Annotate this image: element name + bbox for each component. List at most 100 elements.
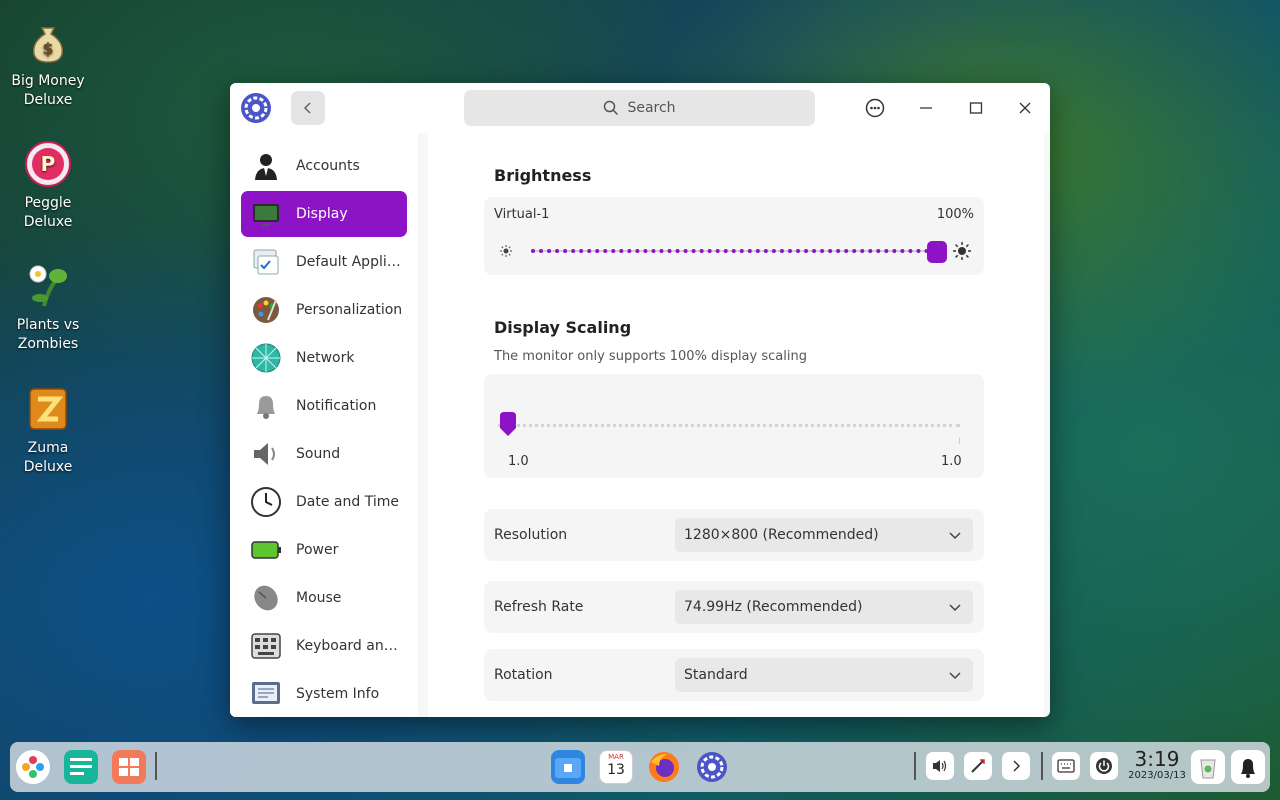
volume-button[interactable]: [926, 752, 954, 780]
scaling-card: 1.0 1.0: [484, 374, 984, 478]
brightness-slider-fill: [531, 249, 937, 253]
volume-icon: [933, 760, 947, 772]
desktop-icon-label: Zuma Deluxe: [23, 440, 73, 475]
taskbar: MAR 13 3:19 2023/03/13: [10, 742, 1270, 792]
sidebar-item-label: Mouse: [296, 590, 342, 606]
sidebar-item-power[interactable]: Power: [241, 527, 407, 573]
firefox-button[interactable]: [647, 750, 681, 784]
sidebar-item-display[interactable]: Display: [241, 191, 407, 237]
settings-taskbar-button[interactable]: [695, 750, 729, 784]
calendar-button[interactable]: MAR 13: [599, 750, 633, 784]
chevron-down-icon: [949, 672, 961, 680]
onscreen-keyboard-button[interactable]: [1052, 752, 1080, 780]
clock[interactable]: 3:19 2023/03/13: [1127, 748, 1187, 782]
maximize-button[interactable]: [959, 91, 993, 125]
sidebar: Accounts Display Default Applic... Perso…: [230, 133, 418, 717]
notification-center-button[interactable]: [1231, 750, 1265, 784]
refresh-rate-row: Refresh Rate 74.99Hz (Recommended): [484, 581, 984, 633]
multitask-button[interactable]: [64, 750, 98, 784]
trash-icon: [1200, 759, 1216, 779]
rotation-select[interactable]: Standard: [675, 658, 973, 692]
sidebar-item-notification[interactable]: Notification: [241, 383, 407, 429]
chevron-down-icon: [949, 604, 961, 612]
tray-expand-button[interactable]: [1002, 752, 1030, 780]
sidebar-item-label: Accounts: [296, 158, 360, 174]
maximize-icon: [969, 102, 983, 114]
sidebar-item-default-applications[interactable]: Default Applic...: [241, 239, 407, 285]
battery-icon: [250, 534, 282, 566]
launcher-button[interactable]: [16, 750, 50, 784]
network-disconnected-icon: [971, 759, 985, 773]
multitask-icon: [70, 758, 92, 775]
network-tray-button[interactable]: [964, 752, 992, 780]
display-settings-panel: Brightness Virtual-1 100% Display Scalin…: [428, 133, 1044, 717]
sidebar-item-label: System Info: [296, 686, 380, 702]
scaling-tick: [959, 438, 960, 444]
sidebar-item-accounts[interactable]: Accounts: [241, 143, 407, 189]
firefox-icon: [649, 752, 679, 782]
desktop-icon-big-money[interactable]: $ Big Money Deluxe: [8, 18, 88, 110]
keyboard-tray-icon: [1057, 759, 1075, 773]
calendar-day: 13: [607, 762, 625, 778]
brightness-high-icon: [953, 242, 971, 260]
chevron-down-icon: [949, 532, 961, 540]
resolution-label: Resolution: [494, 527, 568, 543]
folder-icon: [555, 758, 581, 778]
brightness-slider[interactable]: [531, 241, 947, 263]
desktop-icon-label: Big Money Deluxe: [11, 73, 85, 108]
launcher-icon: [22, 756, 44, 778]
minimize-button[interactable]: [909, 91, 943, 125]
sidebar-item-sound[interactable]: Sound: [241, 431, 407, 477]
workspace-button[interactable]: [112, 750, 146, 784]
brightness-value: 100%: [936, 207, 974, 222]
refresh-rate-select[interactable]: 74.99Hz (Recommended): [675, 590, 973, 624]
titlebar: Search: [230, 83, 1050, 133]
file-manager-button[interactable]: [551, 750, 585, 784]
mouse-icon: [250, 582, 282, 614]
sidebar-item-keyboard[interactable]: Keyboard and ...: [241, 623, 407, 669]
desktop-icon-zuma[interactable]: Zuma Deluxe: [8, 385, 88, 477]
bell-icon: [1241, 759, 1255, 778]
trash-button[interactable]: [1191, 750, 1225, 784]
desktop-icon-label: Peggle Deluxe: [23, 195, 73, 230]
power-button[interactable]: [1090, 752, 1118, 780]
system-info-icon: [250, 678, 282, 710]
sidebar-item-personalization[interactable]: Personalization: [241, 287, 407, 333]
sidebar-item-label: Date and Time: [296, 494, 399, 510]
money-bag-icon: $: [24, 18, 72, 66]
close-button[interactable]: [1008, 91, 1042, 125]
sidebar-item-mouse[interactable]: Mouse: [241, 575, 407, 621]
sidebar-item-label: Keyboard and ...: [296, 638, 404, 654]
power-icon: [1096, 758, 1112, 774]
clock-date: 2023/03/13: [1128, 770, 1186, 781]
rotation-row: Rotation Standard: [484, 649, 984, 701]
menu-button[interactable]: [858, 91, 892, 125]
workspace-icon: [119, 758, 139, 776]
peggle-icon: P: [24, 140, 72, 188]
sidebar-item-network[interactable]: Network: [241, 335, 407, 381]
sidebar-item-label: Network: [296, 350, 355, 366]
zuma-icon: [24, 385, 72, 433]
sidebar-item-label: Power: [296, 542, 339, 558]
monitor-name: Virtual-1: [494, 207, 550, 222]
resolution-row: Resolution 1280×800 (Recommended): [484, 509, 984, 561]
brightness-slider-handle[interactable]: [927, 241, 947, 263]
search-input[interactable]: Search: [464, 90, 815, 126]
resolution-select[interactable]: 1280×800 (Recommended): [675, 518, 973, 552]
scaling-slider-handle[interactable]: [498, 412, 518, 436]
desktop-icon-plants-vs-zombies[interactable]: Plants vs Zombies: [8, 262, 88, 354]
clock-time: 3:19: [1134, 747, 1180, 771]
desktop-icon-peggle[interactable]: P Peggle Deluxe: [8, 140, 88, 232]
rotation-value: Standard: [684, 667, 748, 683]
close-icon: [1019, 102, 1031, 114]
personalization-icon: [250, 294, 282, 326]
scaling-slider[interactable]: [498, 412, 960, 444]
back-button[interactable]: [291, 91, 325, 125]
sidebar-item-date-and-time[interactable]: Date and Time: [241, 479, 407, 525]
desktop-icon-label: Plants vs Zombies: [16, 317, 80, 352]
search-icon: [604, 100, 619, 116]
brightness-low-icon: [500, 245, 512, 257]
sidebar-item-system-info[interactable]: System Info: [241, 671, 407, 717]
bell-icon: [250, 390, 282, 422]
settings-window: Search Accounts Display Default Applic..…: [230, 83, 1050, 717]
